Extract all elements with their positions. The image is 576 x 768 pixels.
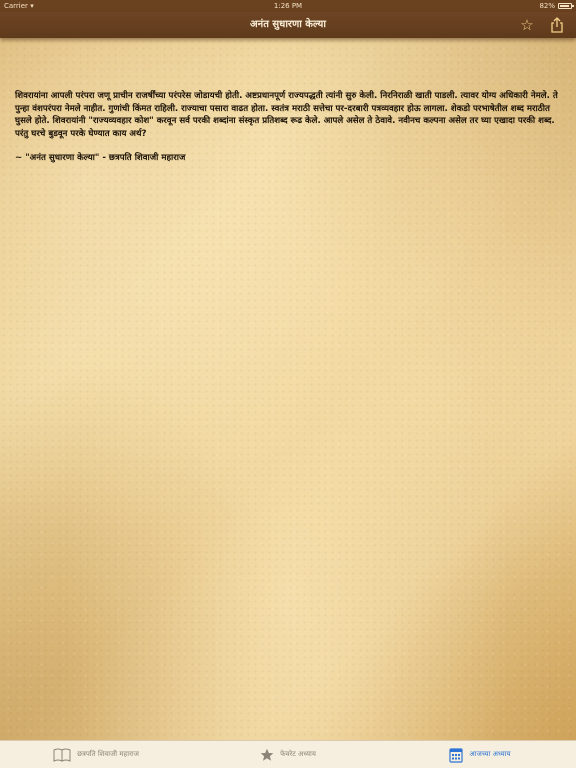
status-bar: Carrier ▾ 1:26 PM 82% [0, 0, 576, 12]
chapter-content: शिवरायांना आपली परंपरा जणू प्राचीन राजर्… [15, 90, 561, 177]
app-screen: Carrier ▾ 1:26 PM 82% अनंत सुधारणा केल्य… [0, 0, 576, 768]
share-icon[interactable] [548, 16, 566, 34]
book-icon [53, 748, 71, 762]
navigation-bar: अनंत सुधारणा केल्या ☆ [0, 12, 576, 38]
tab-favorite-chapters[interactable]: फेवरेट अध्याय [192, 741, 384, 768]
status-battery: 82% [539, 0, 574, 12]
page-title: अनंत सुधारणा केल्या [250, 19, 326, 30]
tab-label: फेवरेट अध्याय [280, 750, 316, 758]
tab-bar: छत्रपति शिवाजी महाराज फेवरेट अध्याय आजच्… [0, 740, 576, 768]
calendar-icon [449, 747, 464, 763]
tab-label: छत्रपति शिवाजी महाराज [77, 750, 139, 758]
favorite-star-icon[interactable]: ☆ [518, 16, 536, 34]
tab-chhatrapati-shivaji-maharaj[interactable]: छत्रपति शिवाजी महाराज [0, 741, 192, 768]
battery-icon [558, 3, 574, 9]
chapter-paragraph: शिवरायांना आपली परंपरा जणू प्राचीन राजर्… [15, 91, 558, 139]
tab-label: आजच्या अध्याय [469, 750, 511, 758]
battery-percent: 82% [539, 2, 555, 10]
tab-todays-chapter[interactable]: आजच्या अध्याय [384, 741, 576, 768]
chapter-quote: ~ "अनंत सुधारणा केल्या" - छत्रपति शिवाजी… [15, 153, 186, 163]
star-icon [260, 748, 274, 762]
status-time: 1:26 PM [273, 2, 303, 10]
